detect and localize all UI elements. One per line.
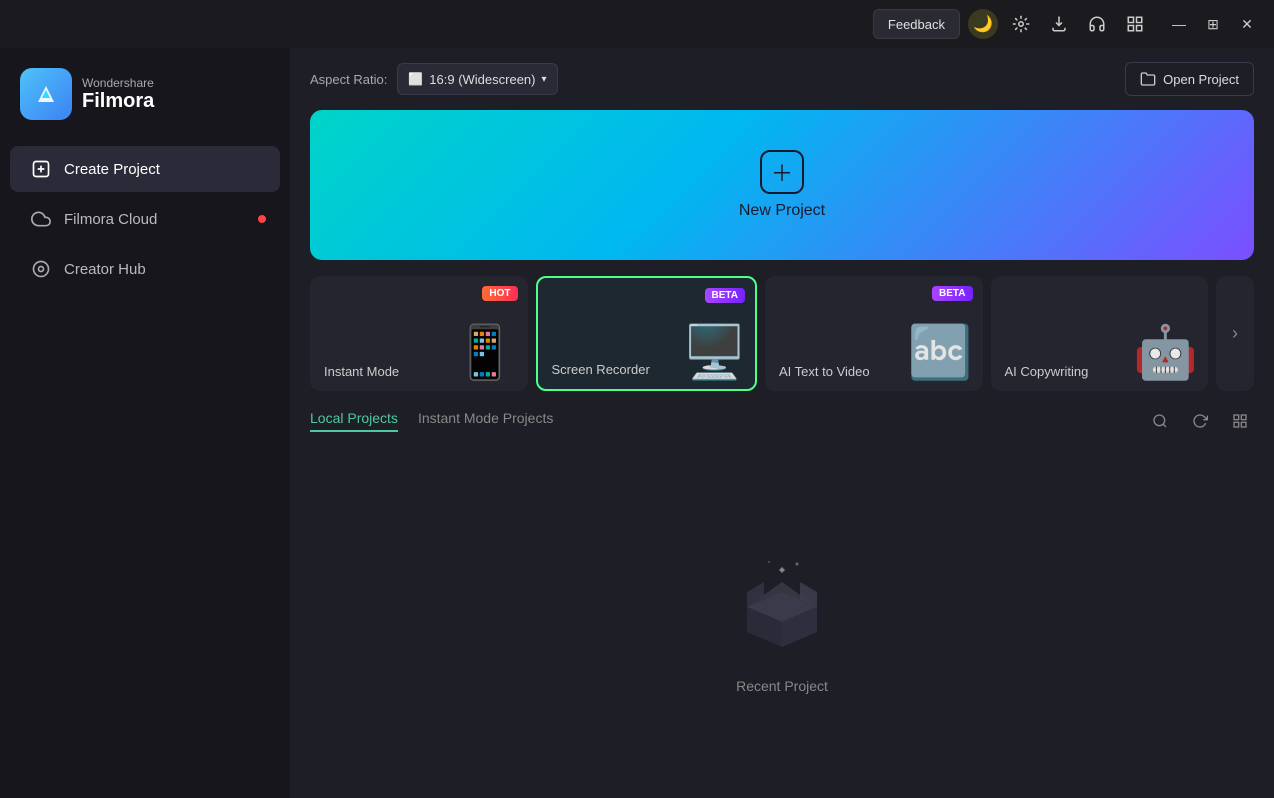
brand-name: Wondershare	[82, 76, 154, 90]
projects-header: Local Projects Instant Mode Projects	[310, 407, 1254, 435]
mode-card-instant-mode[interactable]: HOT 📱 Instant Mode	[310, 276, 528, 391]
logo-text: Wondershare Filmora	[82, 76, 154, 113]
settings-icon[interactable]	[1006, 9, 1036, 39]
screen-recorder-label: Screen Recorder	[552, 362, 650, 377]
open-project-button[interactable]: Open Project	[1125, 62, 1254, 96]
more-modes-button[interactable]: ›	[1216, 276, 1254, 391]
empty-box-illustration	[727, 552, 837, 662]
empty-state: Recent Project	[310, 447, 1254, 798]
sidebar: Wondershare Filmora Create Project Filmo…	[0, 48, 290, 798]
logo-section: Wondershare Filmora	[0, 58, 290, 144]
creator-hub-icon	[30, 258, 52, 280]
sidebar-item-creator-hub[interactable]: Creator Hub	[10, 246, 280, 292]
aspect-ratio-section: Aspect Ratio: ⬜ 16:9 (Widescreen) ▾	[310, 63, 558, 95]
maximize-button[interactable]: ⊞	[1198, 9, 1228, 39]
projects-section: Local Projects Instant Mode Projects	[290, 407, 1274, 798]
ai-copy-icon: 🤖	[1133, 322, 1198, 383]
tab-instant-mode-projects[interactable]: Instant Mode Projects	[418, 410, 553, 432]
aspect-ratio-value: 16:9 (Widescreen)	[429, 72, 535, 87]
projects-actions	[1146, 407, 1254, 435]
beta-badge-screen: BETA	[705, 288, 745, 303]
sidebar-item-filmora-cloud[interactable]: Filmora Cloud	[10, 196, 280, 242]
content-area: Aspect Ratio: ⬜ 16:9 (Widescreen) ▾ Open…	[290, 48, 1274, 798]
layout-icon[interactable]	[1120, 9, 1150, 39]
instant-mode-icon: 📱	[453, 322, 518, 383]
minimize-button[interactable]: —	[1164, 9, 1194, 39]
new-project-banner[interactable]: ＋ New Project	[310, 110, 1254, 260]
close-button[interactable]: ✕	[1232, 9, 1262, 39]
hot-badge: HOT	[482, 286, 517, 301]
mode-card-screen-recorder[interactable]: BETA 🖥️ Screen Recorder	[536, 276, 758, 391]
chevron-down-icon: ▾	[542, 74, 547, 85]
search-projects-icon[interactable]	[1146, 407, 1174, 435]
filmora-cloud-label: Filmora Cloud	[64, 211, 157, 228]
cloud-notification-badge	[258, 215, 266, 223]
aspect-ratio-label: Aspect Ratio:	[310, 72, 387, 87]
tab-local-projects[interactable]: Local Projects	[310, 410, 398, 432]
new-project-label: New Project	[739, 202, 825, 220]
mode-card-ai-copywriting[interactable]: 🤖 AI Copywriting	[991, 276, 1209, 391]
ai-text-icon: 🔤	[908, 322, 973, 383]
new-project-plus-icon: ＋	[760, 150, 804, 194]
sidebar-item-create-project[interactable]: Create Project	[10, 146, 280, 192]
theme-icon[interactable]: 🌙	[968, 9, 998, 39]
filmora-cloud-icon	[30, 208, 52, 230]
ai-copy-label: AI Copywriting	[1005, 364, 1089, 379]
main-layout: Wondershare Filmora Create Project Filmo…	[0, 48, 1274, 798]
support-icon[interactable]	[1082, 9, 1112, 39]
top-bar: Aspect Ratio: ⬜ 16:9 (Widescreen) ▾ Open…	[290, 48, 1274, 110]
ai-text-label: AI Text to Video	[779, 364, 870, 379]
window-controls: — ⊞ ✕	[1164, 9, 1262, 39]
title-bar: Feedback 🌙 — ⊞ ✕	[0, 0, 1274, 48]
open-project-label: Open Project	[1163, 72, 1239, 87]
grid-view-icon[interactable]	[1226, 407, 1254, 435]
beta-badge-ai: BETA	[932, 286, 972, 301]
refresh-projects-icon[interactable]	[1186, 407, 1214, 435]
create-project-label: Create Project	[64, 161, 160, 178]
mode-cards-row: HOT 📱 Instant Mode BETA 🖥️ Screen Record…	[310, 276, 1254, 391]
product-name: Filmora	[82, 90, 154, 113]
projects-tabs: Local Projects Instant Mode Projects	[310, 410, 553, 432]
creator-hub-label: Creator Hub	[64, 261, 146, 278]
feedback-button[interactable]: Feedback	[873, 9, 960, 39]
app-logo	[20, 68, 72, 120]
empty-state-label: Recent Project	[736, 678, 828, 694]
aspect-ratio-select[interactable]: ⬜ 16:9 (Widescreen) ▾	[397, 63, 557, 95]
mode-card-ai-text-video[interactable]: BETA 🔤 AI Text to Video	[765, 276, 983, 391]
monitor-icon: ⬜	[408, 72, 423, 86]
instant-mode-label: Instant Mode	[324, 364, 399, 379]
screen-recorder-icon: 🖥️	[682, 322, 747, 383]
create-project-icon	[30, 158, 52, 180]
download-icon[interactable]	[1044, 9, 1074, 39]
